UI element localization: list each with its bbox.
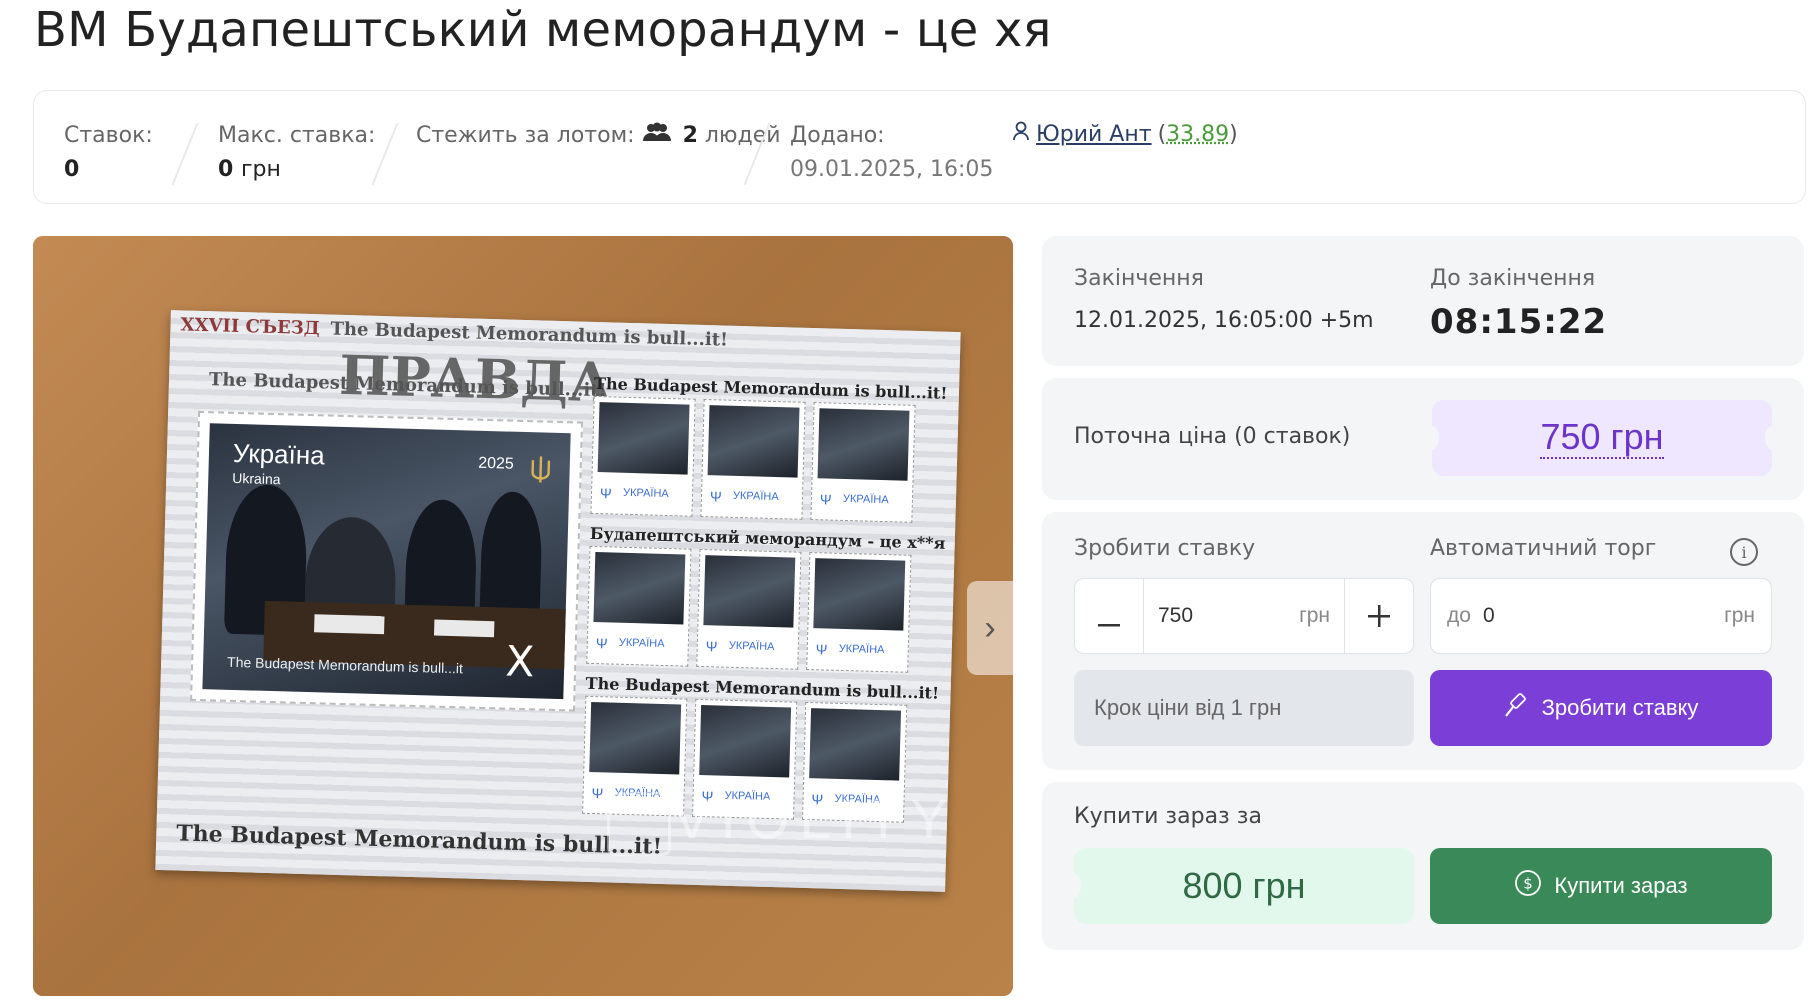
auto-bid-label: Автоматичний торг [1430, 536, 1657, 561]
buy-now-price: 800 грн [1182, 865, 1306, 906]
seller-info: Юрий Ант (33.89) [1012, 121, 1238, 147]
end-datetime: 12.01.2025, 16:05:00 +5m [1074, 308, 1374, 333]
svg-text:$: $ [1524, 875, 1534, 893]
auto-bid-unit: грн [1724, 604, 1755, 627]
max-bid-unit: грн [240, 157, 281, 182]
added-date: 09.01.2025, 16:05 [790, 157, 994, 182]
dollar-coin-icon: $ [1514, 869, 1542, 903]
trident-icon: Ψ [595, 635, 608, 652]
mini-stamp: УКРАЇНА Ψ [586, 545, 692, 667]
seller-name-link[interactable]: Юрий Ант [1036, 122, 1152, 147]
buy-now-button-label: Купити зараз [1554, 873, 1688, 898]
current-price-badge: 750 грн [1425, 400, 1779, 476]
buy-now-panel: Купити зараз за 800 грн $ Купити зараз [1042, 782, 1804, 950]
make-bid-label: Зробити ставку [1074, 536, 1256, 561]
place-bid-label: Зробити ставку [1541, 695, 1699, 720]
watchers-label: Стежить за лотом: [416, 123, 635, 148]
end-label: Закінчення [1074, 266, 1204, 291]
mini-stamp-row: УКРАЇНА Ψ УКРАЇНА Ψ УКРАЇНА Ψ [586, 545, 919, 673]
remaining-label: До закінчення [1430, 266, 1596, 291]
increase-bid-button[interactable] [1345, 579, 1413, 653]
minus-icon [1098, 598, 1120, 635]
seller-rating: (33.89) [1157, 121, 1238, 147]
bid-amount-value: 750 [1158, 604, 1194, 627]
seller-rating-value[interactable]: 33.89 [1166, 122, 1229, 147]
user-icon [1012, 121, 1030, 147]
mini-stamp: УКРАЇНА Ψ [806, 552, 912, 673]
buy-now-price-badge: 800 грн [1067, 848, 1414, 924]
stamp-country-sub: Ukraina [232, 469, 281, 488]
current-price-panel: Поточна ціна (0 ставок) 750 грн [1042, 378, 1804, 500]
watermark-text: VIOLITY [673, 787, 958, 850]
lot-stats-bar: Ставок: 0 Макс. ставка: 0 грн Стежить за… [33, 90, 1806, 204]
mini-stamp: УКРАЇНА Ψ [810, 402, 916, 523]
plus-icon [1368, 598, 1390, 635]
decrease-bid-button[interactable] [1075, 579, 1143, 653]
bid-panel: Зробити ставку Автоматичний торг i 750 г… [1042, 512, 1804, 770]
auto-bid-input[interactable]: до 0 грн [1430, 578, 1772, 654]
mini-stamp-row: УКРАЇНА Ψ УКРАЇНА Ψ УКРАЇНА Ψ [590, 395, 923, 523]
max-bid-value-row: 0 грн [218, 153, 375, 187]
bid-amount-input[interactable]: 750 грн [1143, 579, 1345, 653]
buy-now-button[interactable]: $ Купити зараз [1430, 848, 1772, 924]
bid-amount-stepper: 750 грн [1074, 578, 1414, 654]
gavel-icon [1504, 692, 1530, 724]
carousel-next-button[interactable]: › [967, 581, 1013, 675]
trident-icon: Ψ [591, 785, 604, 802]
countdown-timer: 08:15:22 [1430, 302, 1608, 342]
current-price-label: Поточна ціна (0 ставок) [1074, 424, 1351, 449]
watermark-logo [607, 792, 671, 856]
added-label: Додано: [790, 123, 885, 148]
auction-timing-panel: Закінчення 12.01.2025, 16:05:00 +5m До з… [1042, 236, 1804, 366]
watchers-count: 2 [682, 123, 698, 148]
page-title: ВМ Будапештський меморандум - це хя [34, 2, 1052, 58]
sheet-text-line: XXVII СЪЕЗД [180, 314, 321, 340]
mini-stamp-grid: The Budapest Memorandum is bull...it! УК… [582, 372, 948, 831]
info-icon[interactable]: i [1730, 538, 1758, 566]
watchers-stat: Стежить за лотом: 2 людей [416, 121, 781, 151]
mini-stamp: УКРАЇНА Ψ [700, 398, 806, 520]
max-bid-value: 0 [218, 157, 234, 182]
auto-bid-value: 0 [1482, 604, 1495, 627]
bids-count-stat: Ставок: 0 [64, 121, 153, 187]
place-bid-button[interactable]: Зробити ставку [1430, 670, 1772, 746]
auto-bid-prefix: до [1447, 604, 1471, 627]
lot-photo[interactable]: XXVII СЪЕЗД The Budapest Memorandum is b… [33, 236, 1013, 996]
trident-icon: Ψ [709, 488, 722, 505]
large-stamp-image: Україна Ukraina 2025 The Budapest Memora… [202, 423, 571, 700]
stamp-x-mark: X [504, 636, 535, 687]
trident-icon [529, 454, 552, 492]
stamp-year: 2025 [477, 454, 515, 473]
stats-divider [371, 123, 399, 185]
stamp-country: Україна [232, 437, 326, 471]
watchers-unit: людей [704, 123, 781, 148]
bid-step-info: Крок ціни від 1 грн [1074, 670, 1414, 746]
bid-amount-unit: грн [1299, 604, 1330, 627]
trident-icon: Ψ [819, 491, 832, 508]
current-price-value[interactable]: 750 грн [1540, 417, 1664, 459]
trident-icon: Ψ [705, 638, 718, 655]
chevron-right-icon: › [984, 608, 996, 647]
trident-icon: Ψ [815, 641, 828, 658]
watchers-row: Стежить за лотом: 2 людей [416, 121, 781, 151]
stats-divider [171, 123, 199, 185]
buy-now-label: Купити зараз за [1074, 804, 1262, 829]
trident-icon: Ψ [599, 485, 612, 502]
large-stamp: Україна Ukraina 2025 The Budapest Memora… [190, 410, 584, 712]
bids-count-label: Ставок: [64, 123, 153, 148]
mini-stamp: УКРАЇНА Ψ [696, 548, 802, 670]
added-stat: Додано: 09.01.2025, 16:05 [790, 121, 993, 187]
mini-stamp: УКРАЇНА Ψ [590, 395, 696, 517]
max-bid-label: Макс. ставка: [218, 123, 376, 148]
users-icon [642, 122, 679, 148]
max-bid-stat: Макс. ставка: 0 грн [218, 121, 375, 187]
bids-count-value: 0 [64, 157, 80, 182]
